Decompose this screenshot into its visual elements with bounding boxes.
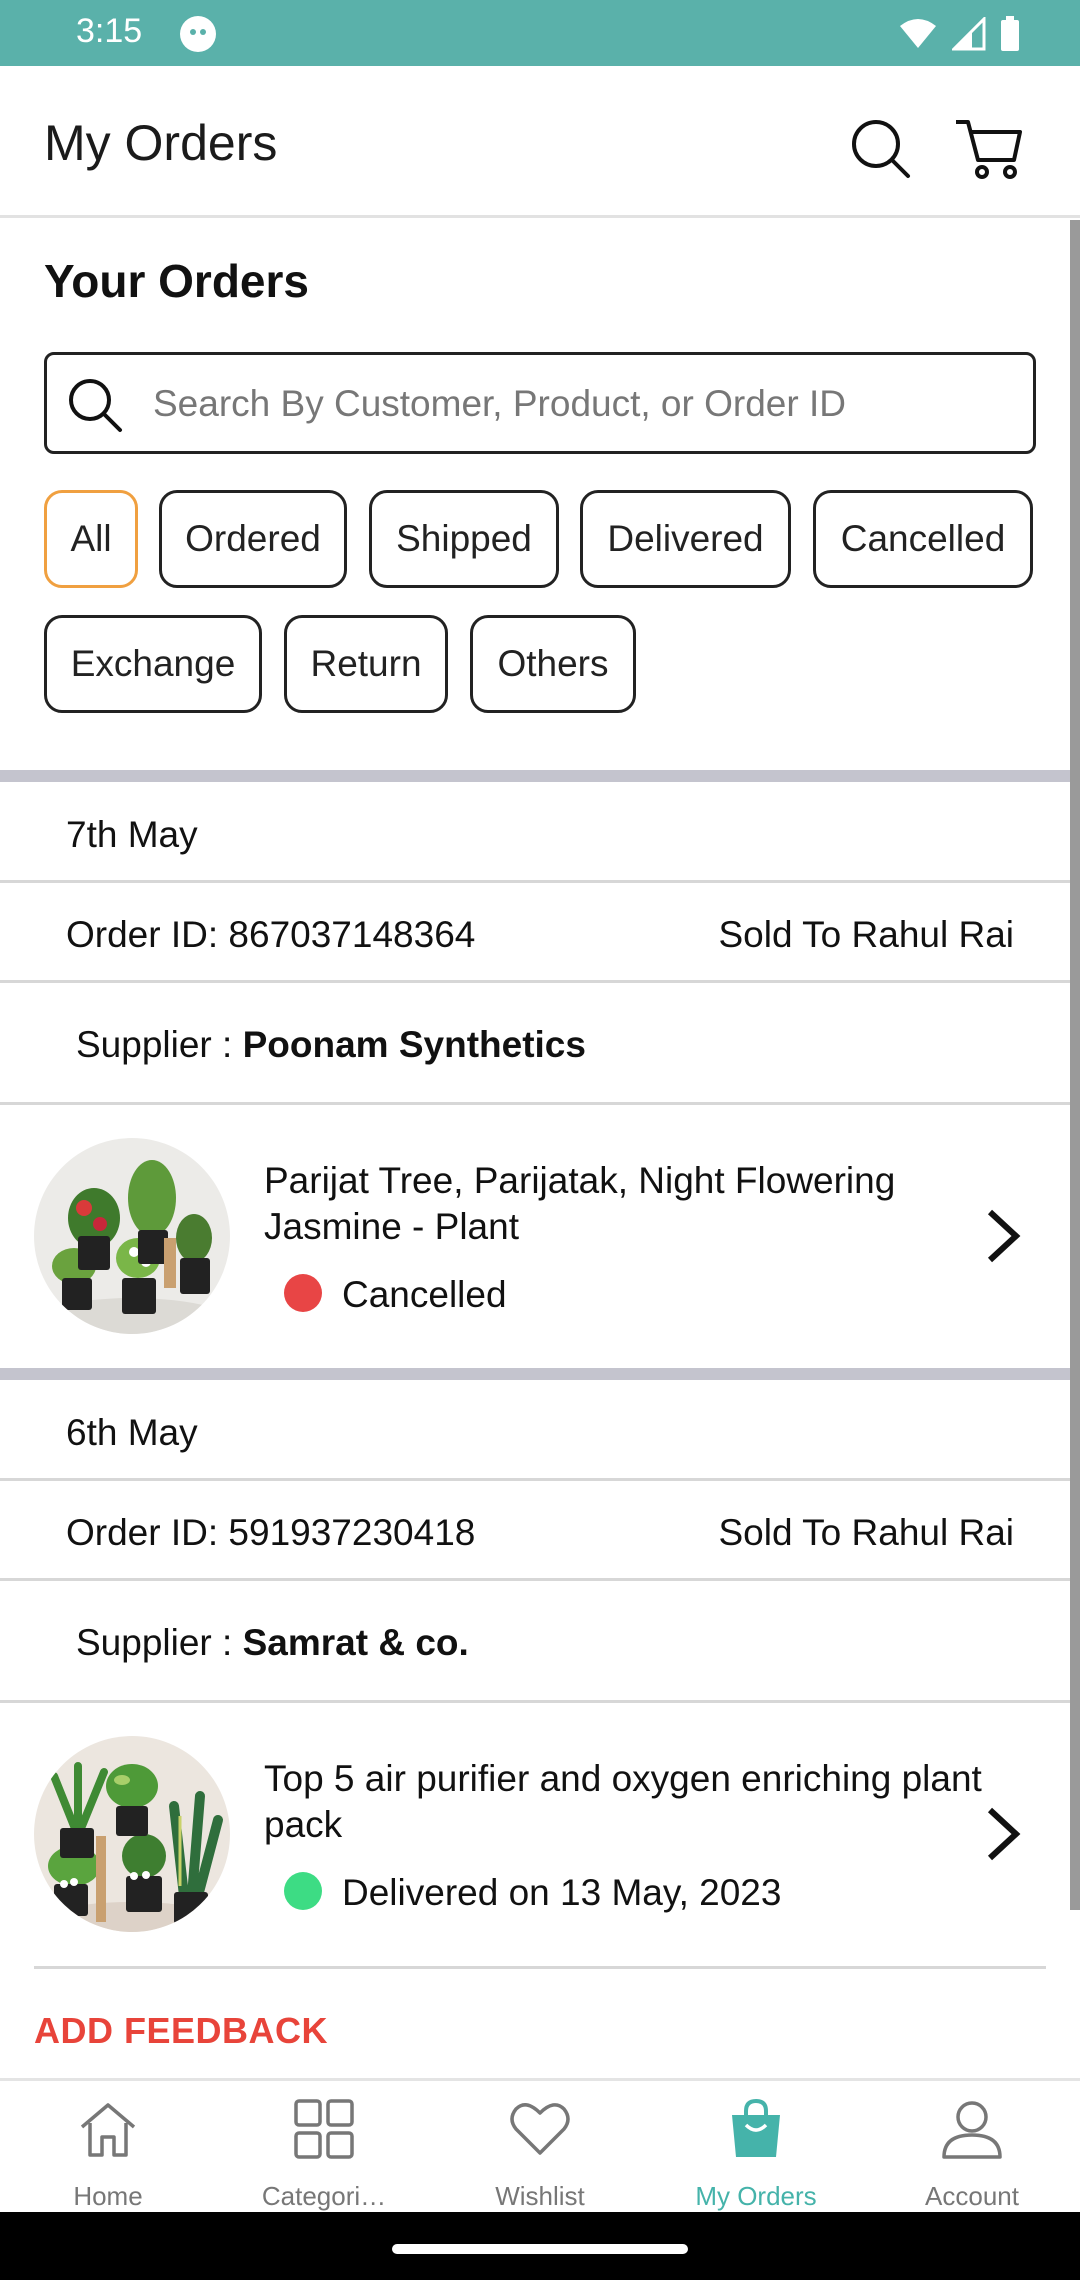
search-icon [69,379,122,432]
supplier-label: Supplier : [76,1622,243,1663]
nav-wishlist[interactable]: Wishlist [432,2081,648,2215]
nav-label: My Orders [695,2181,817,2211]
order-id: Order ID: 867037148364 [66,914,476,955]
add-feedback-button[interactable]: ADD FEEDBACK [34,2010,328,2052]
sold-to: Sold To Rahul Rai [718,914,1015,955]
status-dot-cancelled [284,1274,322,1312]
person-icon [942,2101,1002,2159]
filter-chip-others[interactable]: Others [470,615,636,713]
product-name[interactable]: Parijat Tree, Parijatak, Night Flowering… [264,1158,984,1250]
order-status: Delivered on 13 May, 2023 [342,1872,782,1913]
chevron-right-icon[interactable] [980,1804,1028,1864]
order-search-box[interactable] [44,352,1036,454]
nav-account[interactable]: Account [864,2081,1080,2215]
order-date: 7th May [66,814,198,855]
page-title: My Orders [44,115,278,171]
status-bar: 3:15 [0,0,1080,66]
gesture-bar [0,2212,1080,2280]
orders-content[interactable]: Your Orders All Ordered Shipped Delivere… [0,218,1080,2078]
categories-icon [294,2099,354,2159]
status-time: 3:15 [76,12,143,50]
nav-home[interactable]: Home [0,2081,216,2215]
notification-app-icon [180,16,216,52]
supplier-name: Samrat & co. [242,1622,469,1663]
filter-chip-delivered[interactable]: Delivered [580,490,791,588]
order-id: Order ID: 591937230418 [66,1512,476,1553]
row-divider [0,880,1080,883]
nav-label: Categori… [261,2181,387,2211]
section-divider [0,770,1080,782]
row-divider [0,1102,1080,1105]
sold-to: Sold To Rahul Rai [718,1512,1015,1553]
nav-label: Wishlist [495,2181,585,2211]
order-status: Cancelled [342,1274,507,1315]
plant-photo [34,1736,230,1932]
product-image[interactable] [34,1138,230,1334]
filter-chip-exchange[interactable]: Exchange [44,615,262,713]
wifi-icon [900,19,936,48]
order-search-input[interactable] [153,373,1013,435]
row-divider [0,1700,1080,1703]
supplier-name: Poonam Synthetics [242,1024,586,1065]
order-date: 6th May [66,1412,198,1453]
nav-label: Home [73,2181,143,2211]
bottom-navigation: Home Categori… Wishlist My Orders Accoun… [0,2078,1080,2212]
supplier-row: Supplier : Poonam Synthetics [76,1024,586,1066]
filter-chip-cancelled[interactable]: Cancelled [813,490,1033,588]
row-divider [0,980,1080,983]
status-dot-delivered [284,1872,322,1910]
nav-categories[interactable]: Categori… [216,2081,432,2215]
app-bar: My Orders [0,66,1080,218]
search-icon[interactable] [848,116,912,180]
row-divider [0,1578,1080,1581]
scrollbar[interactable] [1070,220,1080,1910]
filter-chip-shipped[interactable]: Shipped [369,490,559,588]
supplier-label: Supplier : [76,1024,243,1065]
filter-chip-return[interactable]: Return [284,615,448,713]
filter-chip-all[interactable]: All [44,490,138,588]
chevron-right-icon[interactable] [980,1206,1028,1266]
cart-icon[interactable] [954,116,1024,180]
filter-chip-ordered[interactable]: Ordered [159,490,347,588]
shopping-bag-icon [732,2098,780,2157]
section-divider [0,1368,1080,1380]
home-gesture-handle[interactable] [392,2244,688,2254]
battery-icon [1001,16,1019,51]
nav-label: Account [925,2181,1019,2211]
section-title: Your Orders [44,255,309,307]
product-image[interactable] [34,1736,230,1932]
home-icon [80,2103,136,2157]
supplier-row: Supplier : Samrat & co. [76,1622,469,1664]
nav-my-orders[interactable]: My Orders [648,2081,864,2215]
plant-photo [34,1138,230,1334]
feedback-divider [34,1966,1046,1969]
row-divider [0,1478,1080,1481]
product-name[interactable]: Top 5 air purifier and oxygen enriching … [264,1756,984,1848]
heart-icon [510,2103,570,2155]
cell-signal-icon [952,17,986,51]
